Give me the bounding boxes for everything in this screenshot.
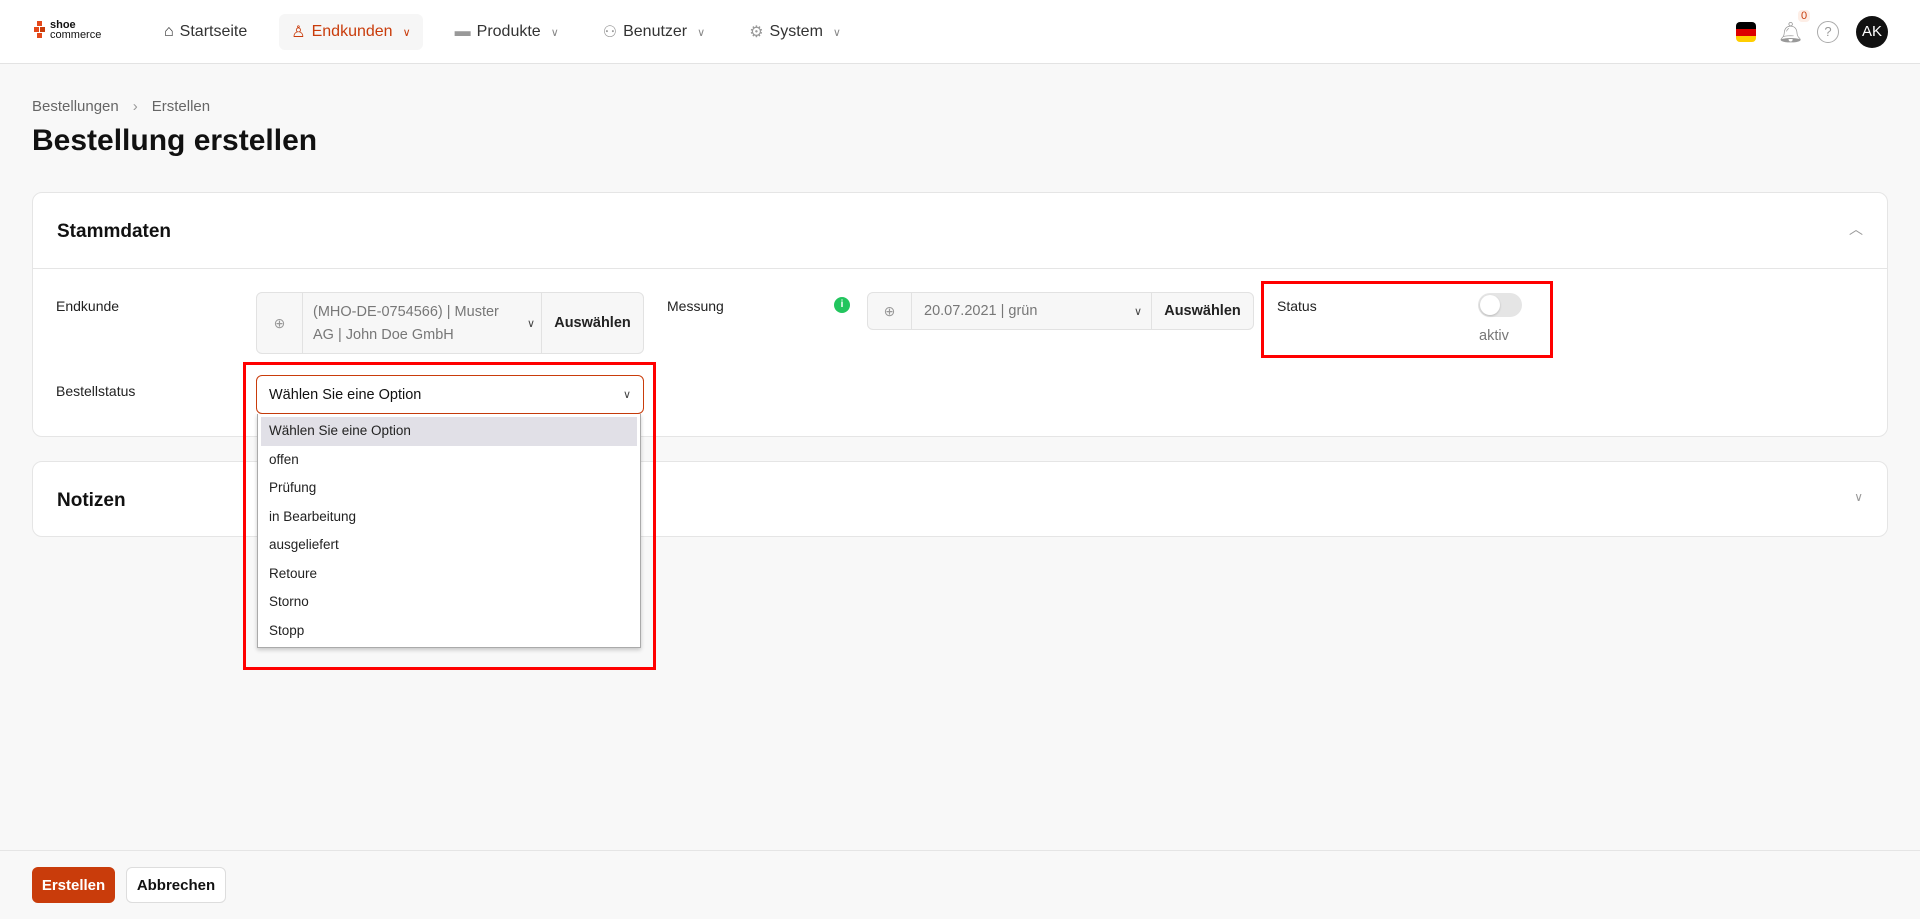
nav-label: Startseite bbox=[179, 23, 248, 40]
messung-select-button[interactable]: Auswählen bbox=[1151, 293, 1253, 329]
chevron-down-icon: ∨ bbox=[622, 389, 631, 401]
chevron-down-icon: ∨ bbox=[402, 26, 411, 39]
endkunde-label: Endkunde bbox=[56, 298, 120, 314]
status-toggle[interactable] bbox=[1478, 293, 1522, 317]
status-label: Status bbox=[1277, 298, 1317, 314]
chevron-down-icon[interactable]: ∨ bbox=[521, 293, 541, 353]
endkunde-select-button[interactable]: Auswählen bbox=[541, 293, 643, 353]
chevron-up-icon[interactable]: ︿ bbox=[1849, 219, 1863, 239]
option[interactable]: offen bbox=[261, 446, 637, 475]
messung-value[interactable]: 20.07.2021 | grün bbox=[912, 293, 1125, 329]
german-flag-icon[interactable] bbox=[1736, 22, 1756, 42]
chevron-down-icon[interactable]: ∨ bbox=[1125, 293, 1151, 329]
chevron-down-icon: ∨ bbox=[832, 26, 841, 39]
messung-field[interactable]: ⊕ 20.07.2021 | grün ∨ Auswählen bbox=[867, 292, 1254, 330]
nav-endkunden[interactable]: ♙ Endkunden ∨ bbox=[279, 14, 423, 50]
cancel-button[interactable]: Abbrechen bbox=[126, 867, 226, 903]
nav-label: Benutzer bbox=[623, 23, 688, 40]
users-icon: ⚇ bbox=[602, 24, 618, 41]
section-title: Stammdaten bbox=[57, 221, 172, 242]
option[interactable]: in Bearbeitung bbox=[261, 503, 637, 532]
bestellstatus-options: Wählen Sie eine Option offen Prüfung in … bbox=[257, 414, 641, 648]
chevron-down-icon[interactable]: ∨ bbox=[1854, 490, 1863, 504]
shoe-icon: ▬ bbox=[454, 23, 471, 40]
create-button[interactable]: Erstellen bbox=[32, 867, 115, 903]
toggle-knob bbox=[1480, 295, 1500, 315]
avatar[interactable]: AK bbox=[1856, 16, 1888, 48]
option[interactable]: Wählen Sie eine Option bbox=[261, 417, 637, 446]
top-navbar: shoe commerce ⌂ Startseite ♙ Endkunden ∨ ▬ P… bbox=[0, 0, 1920, 64]
option[interactable]: Prüfung bbox=[261, 474, 637, 503]
gear-icon: ⚙ bbox=[749, 24, 764, 41]
zoom-in-icon: ⊕ bbox=[868, 293, 912, 329]
stammdaten-header[interactable]: Stammdaten ︿ bbox=[33, 193, 1887, 269]
nav-startseite[interactable]: ⌂ Startseite bbox=[152, 14, 259, 50]
user-icon: ♙ bbox=[291, 24, 306, 41]
nav-system[interactable]: ⚙ System ∨ bbox=[737, 14, 853, 50]
bestellstatus-label: Bestellstatus bbox=[56, 383, 136, 399]
option[interactable]: Stopp bbox=[261, 617, 637, 646]
chevron-right-icon: › bbox=[132, 98, 138, 115]
info-icon[interactable]: i bbox=[834, 297, 850, 313]
nav-label: System bbox=[769, 23, 823, 40]
breadcrumb: Bestellungen › Erstellen bbox=[32, 98, 210, 115]
chevron-down-icon: ∨ bbox=[697, 26, 706, 39]
logo-text: commerce bbox=[50, 29, 102, 41]
breadcrumb-erstellen: Erstellen bbox=[151, 98, 211, 115]
page-title: Bestellung erstellen bbox=[32, 124, 318, 157]
breadcrumb-bestellungen[interactable]: Bestellungen bbox=[32, 98, 119, 115]
help-icon[interactable]: ? bbox=[1817, 21, 1839, 43]
logo-icon bbox=[34, 21, 45, 38]
select-value: Wählen Sie eine Option bbox=[269, 386, 422, 403]
endkunde-text: (MHO-DE-0754566) | Muster AG | John Doe … bbox=[313, 304, 499, 343]
option[interactable]: ausgeliefert bbox=[261, 531, 637, 560]
chevron-down-icon: ∨ bbox=[550, 26, 559, 39]
logo[interactable]: shoe commerce bbox=[34, 20, 102, 41]
nav-label: Produkte bbox=[476, 23, 541, 40]
option[interactable]: Retoure bbox=[261, 560, 637, 589]
bestellstatus-select[interactable]: Wählen Sie eine Option ∨ bbox=[256, 375, 644, 414]
zoom-in-icon: ⊕ bbox=[257, 293, 303, 353]
footer bbox=[0, 850, 1920, 919]
endkunde-value[interactable]: (MHO-DE-0754566) | Muster AG | John Doe … bbox=[303, 293, 521, 353]
notification-badge: 0 bbox=[1798, 10, 1811, 22]
section-title: Notizen bbox=[57, 490, 126, 511]
messung-label: Messung bbox=[667, 298, 724, 314]
bell-icon[interactable]: 🔔︎ bbox=[1778, 20, 1803, 45]
home-icon: ⌂ bbox=[164, 23, 174, 40]
status-toggle-label: aktiv bbox=[1479, 328, 1509, 344]
endkunde-field[interactable]: ⊕ (MHO-DE-0754566) | Muster AG | John Do… bbox=[256, 292, 644, 354]
nav-benutzer[interactable]: ⚇ Benutzer ∨ bbox=[591, 14, 717, 50]
nav-produkte[interactable]: ▬ Produkte ∨ bbox=[443, 14, 571, 50]
option[interactable]: Storno bbox=[261, 588, 637, 617]
nav-label: Endkunden bbox=[311, 23, 393, 40]
